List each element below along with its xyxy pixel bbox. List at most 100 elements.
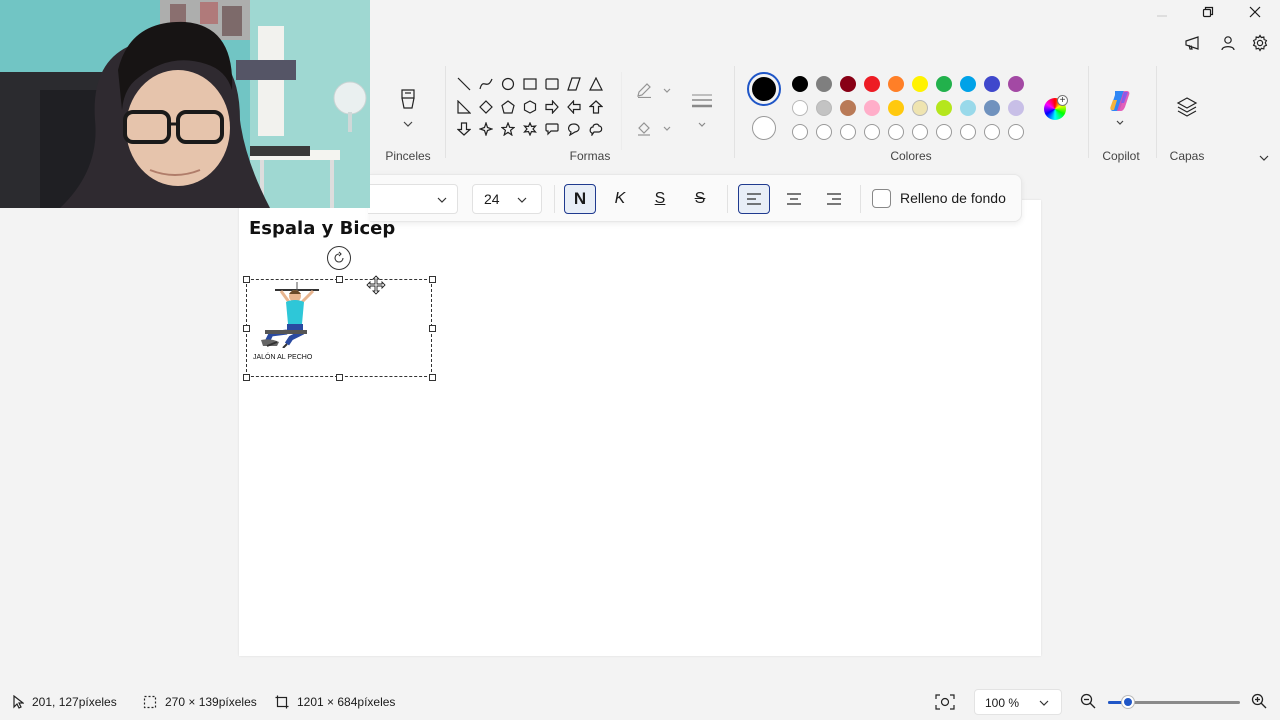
chevron-down-icon — [1039, 700, 1049, 706]
cloud-callout-icon[interactable] — [586, 119, 606, 139]
up-arrow-icon[interactable] — [586, 97, 606, 117]
underline-button[interactable]: S — [644, 184, 676, 214]
rounded-callout-icon[interactable] — [542, 119, 562, 139]
palette-color-swatch[interactable] — [816, 100, 832, 116]
strikethrough-button[interactable]: S — [684, 184, 716, 214]
palette-color-swatch[interactable] — [960, 100, 976, 116]
pentagon-icon[interactable] — [498, 97, 518, 117]
oval-icon[interactable] — [498, 74, 518, 94]
resize-handle-bottom-right[interactable] — [429, 374, 436, 381]
rectangle-icon[interactable] — [520, 74, 540, 94]
six-point-star-icon[interactable] — [520, 119, 540, 139]
shape-fill-dropdown[interactable] — [634, 118, 674, 138]
colors-group-label: Colores — [890, 149, 932, 163]
palette-color-swatch[interactable] — [864, 76, 880, 92]
line-icon[interactable] — [454, 74, 474, 94]
align-left-button[interactable] — [738, 184, 770, 214]
diamond-icon[interactable] — [476, 97, 496, 117]
resize-handle-bottom-left[interactable] — [243, 374, 250, 381]
italic-icon: K — [614, 190, 626, 207]
hexagon-icon[interactable] — [520, 97, 540, 117]
italic-button[interactable]: K — [604, 184, 636, 214]
background-fill-checkbox[interactable] — [872, 189, 891, 208]
feedback-button[interactable] — [1182, 32, 1204, 54]
resize-handle-bottom[interactable] — [336, 374, 343, 381]
primary-color-button[interactable] — [747, 72, 781, 106]
expand-ribbon-button[interactable] — [1256, 150, 1272, 166]
palette-color-swatch[interactable] — [1008, 100, 1024, 116]
right-arrow-icon[interactable] — [542, 97, 562, 117]
zoom-slider-thumb[interactable] — [1122, 696, 1134, 708]
custom-color-slot[interactable] — [1008, 124, 1024, 140]
custom-color-slot[interactable] — [912, 124, 928, 140]
settings-button[interactable] — [1249, 32, 1271, 54]
palette-color-swatch[interactable] — [840, 100, 856, 116]
palette-color-swatch[interactable] — [888, 100, 904, 116]
palette-color-swatch[interactable] — [912, 100, 928, 116]
brushes-button[interactable] — [392, 86, 424, 136]
palette-color-swatch[interactable] — [984, 76, 1000, 92]
left-arrow-icon[interactable] — [564, 97, 584, 117]
close-window-button[interactable] — [1232, 0, 1278, 24]
resize-handle-top[interactable] — [336, 276, 343, 283]
layers-button[interactable] — [1174, 94, 1200, 120]
font-family-dropdown[interactable] — [368, 184, 458, 214]
webcam-video-frame — [0, 0, 370, 208]
palette-color-swatch[interactable] — [936, 100, 952, 116]
five-point-star-icon[interactable] — [498, 119, 518, 139]
zoom-out-button[interactable] — [1080, 693, 1098, 711]
palette-color-swatch[interactable] — [864, 100, 880, 116]
custom-color-slot[interactable] — [840, 124, 856, 140]
shape-outline-dropdown[interactable] — [634, 80, 674, 100]
custom-color-slot[interactable] — [936, 124, 952, 140]
palette-color-swatch[interactable] — [792, 100, 808, 116]
palette-color-swatch[interactable] — [912, 76, 928, 92]
drawing-canvas[interactable]: Espala y Bicep JALÓN AL PECHO — [239, 200, 1041, 656]
custom-color-slot[interactable] — [960, 124, 976, 140]
down-arrow-icon[interactable] — [454, 119, 474, 139]
curve-icon[interactable] — [476, 74, 496, 94]
custom-color-slot[interactable] — [888, 124, 904, 140]
oval-callout-icon[interactable] — [564, 119, 584, 139]
palette-color-swatch[interactable] — [840, 76, 856, 92]
align-center-button[interactable] — [778, 184, 810, 214]
bold-button[interactable]: N — [564, 184, 596, 214]
palette-color-swatch[interactable] — [960, 76, 976, 92]
palette-color-swatch[interactable] — [888, 76, 904, 92]
align-right-button[interactable] — [818, 184, 850, 214]
pencil-outline-icon — [637, 83, 651, 98]
font-size-dropdown[interactable]: 24 — [472, 184, 542, 214]
image-caption: JALÓN AL PECHO — [253, 354, 313, 361]
resize-handle-top-left[interactable] — [243, 276, 250, 283]
resize-handle-right[interactable] — [429, 325, 436, 332]
palette-color-swatch[interactable] — [984, 100, 1000, 116]
custom-color-slot[interactable] — [816, 124, 832, 140]
zoom-slider[interactable] — [1108, 696, 1240, 708]
copilot-button[interactable] — [1104, 88, 1136, 130]
stroke-size-button[interactable] — [688, 90, 718, 130]
fit-to-window-button[interactable] — [934, 692, 956, 712]
selection-box[interactable]: JALÓN AL PECHO — [246, 275, 432, 377]
minimize-button[interactable] — [1139, 0, 1185, 24]
restore-button[interactable] — [1185, 0, 1231, 24]
zoom-in-button[interactable] — [1251, 693, 1269, 711]
rounded-rectangle-icon[interactable] — [542, 74, 562, 94]
rotate-handle[interactable] — [327, 246, 351, 270]
custom-color-slot[interactable] — [792, 124, 808, 140]
zoom-dropdown[interactable]: 100 % — [974, 689, 1062, 715]
polygon-icon[interactable] — [564, 74, 584, 94]
resize-handle-left[interactable] — [243, 325, 250, 332]
triangle-icon[interactable] — [586, 74, 606, 94]
palette-color-swatch[interactable] — [792, 76, 808, 92]
custom-color-slot[interactable] — [864, 124, 880, 140]
four-point-star-icon[interactable] — [476, 119, 496, 139]
secondary-color-button[interactable] — [752, 116, 776, 140]
palette-color-swatch[interactable] — [816, 76, 832, 92]
palette-color-swatch[interactable] — [936, 76, 952, 92]
account-button[interactable] — [1217, 32, 1239, 54]
custom-color-slot[interactable] — [984, 124, 1000, 140]
edit-colors-button[interactable]: + — [1042, 95, 1070, 124]
right-triangle-icon[interactable] — [454, 97, 474, 117]
palette-color-swatch[interactable] — [1008, 76, 1024, 92]
resize-handle-top-right[interactable] — [429, 276, 436, 283]
